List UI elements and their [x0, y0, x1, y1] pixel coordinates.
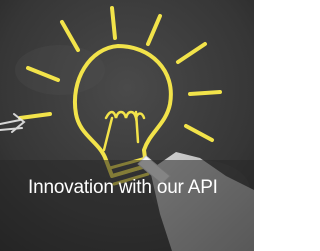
caption-overlay	[0, 160, 254, 251]
tile-caption: Innovation with our API	[28, 177, 218, 198]
api-innovation-tile[interactable]: Innovation with our API	[0, 0, 254, 251]
